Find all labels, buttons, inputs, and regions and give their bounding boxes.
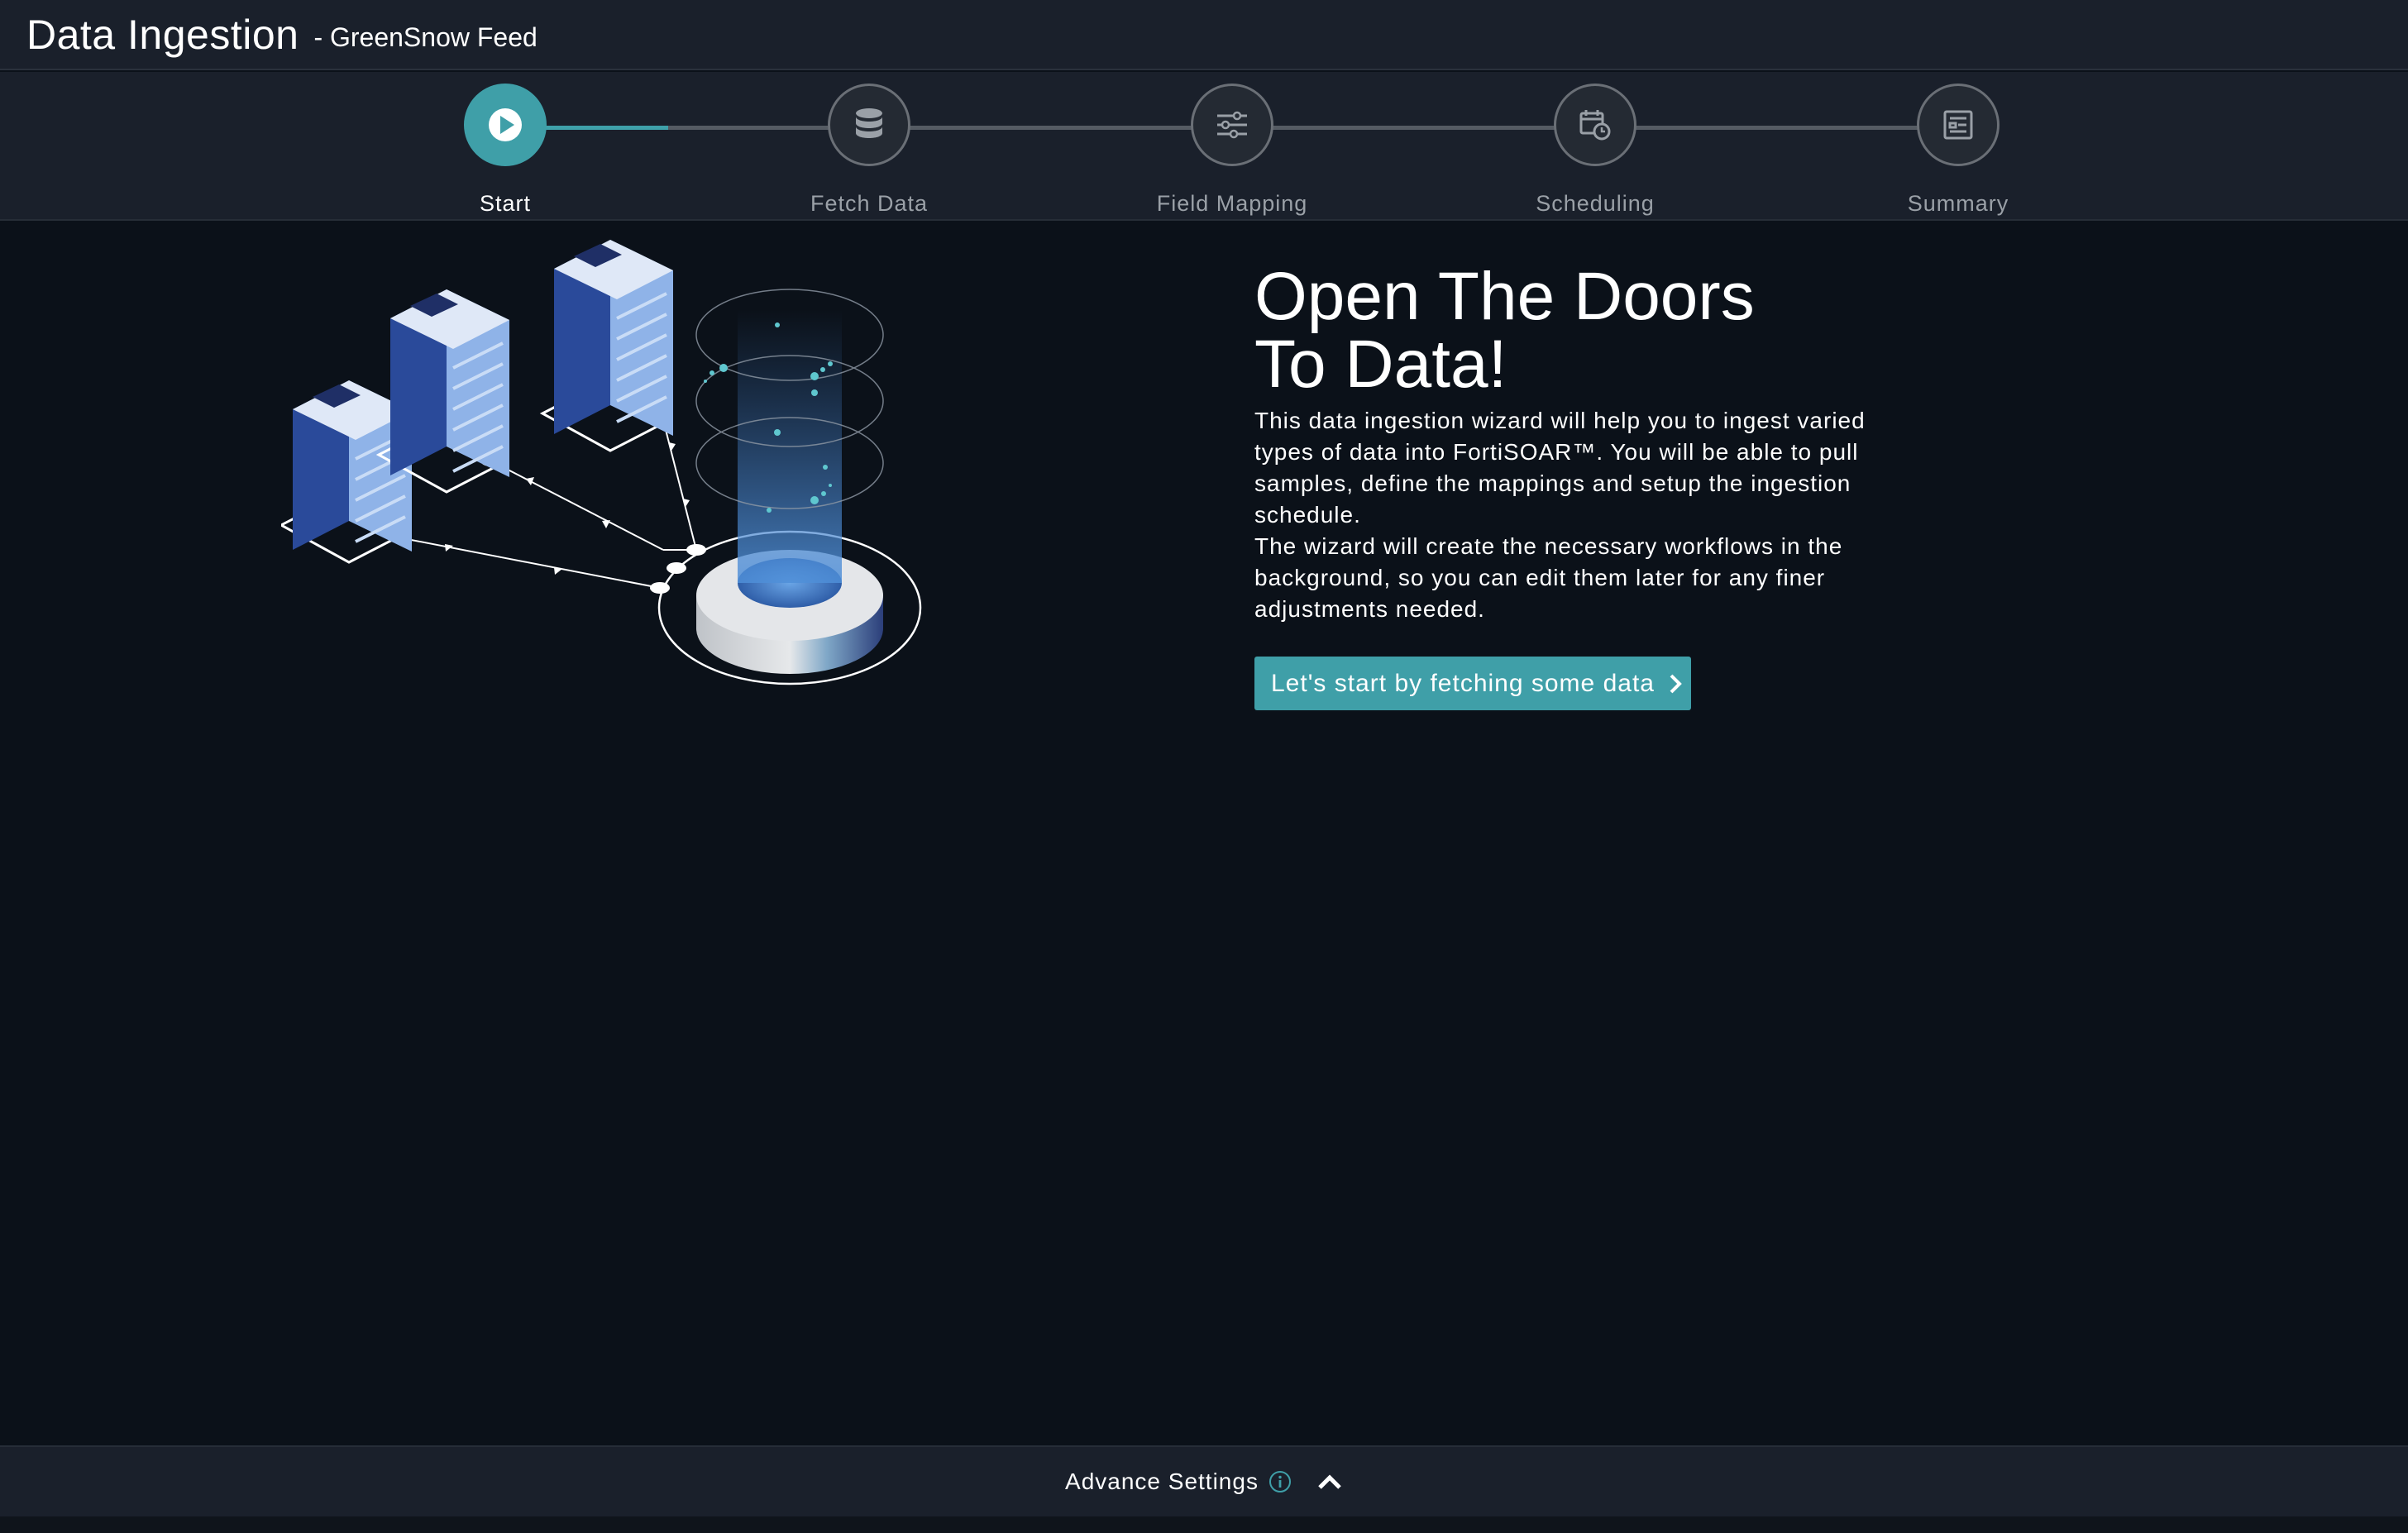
advance-settings-bar[interactable]: Advance Settings [0,1445,2408,1516]
info-icon[interactable] [1268,1470,1292,1493]
sliders-icon [1217,111,1247,139]
database-icon [856,108,882,138]
chevron-up-icon[interactable] [1316,1473,1343,1491]
bottom-strip [0,1516,2408,1533]
start-fetching-label: Let's start by fetching some data [1271,669,1655,697]
step-label: Start [479,191,532,216]
step-label: Field Mapping [1156,191,1308,216]
page-title: Data Ingestion [26,11,299,58]
step-label: Summary [1907,191,2009,216]
step-fetch-data[interactable]: Fetch Data [745,84,993,217]
app-window: Data Ingestion - GreenSnow Feed Start Fe… [0,0,2408,1533]
description-paragraph: The wizard will create the necessary wor… [1254,533,1843,622]
chevron-right-icon [1668,673,1683,695]
servers-to-database-illustration [281,240,922,685]
hero-title: Open The Doors To Data! [1254,259,1755,402]
page-header: Data Ingestion - GreenSnow Feed [0,0,2408,70]
step-field-mapping-circle [1191,84,1273,166]
step-label: Fetch Data [810,191,929,216]
step-label: Scheduling [1536,191,1655,216]
step-summary-circle [1917,84,1999,166]
calendar-clock-icon [1579,110,1611,141]
start-fetching-button[interactable]: Let's start by fetching some data [1254,657,1691,710]
wizard-description: This data ingestion wizard will help you… [1254,405,1908,625]
server-tower-right [539,240,673,452]
step-summary[interactable]: Summary [1834,84,2082,217]
step-field-mapping[interactable]: Field Mapping [1108,84,1356,217]
description-paragraph: This data ingestion wizard will help you… [1254,408,1866,528]
wizard-stepper: Start Fetch Data Field Mapping Schedulin… [0,72,2408,221]
page-subtitle: - GreenSnow Feed [313,22,538,52]
step-fetch-data-circle [828,84,910,166]
document-list-icon [1943,110,1973,140]
step-start-circle [464,84,547,166]
step-start[interactable]: Start [381,84,629,217]
step-scheduling-circle [1554,84,1636,166]
play-icon [489,108,522,141]
advance-settings-label: Advance Settings [1065,1469,1259,1494]
step-scheduling[interactable]: Scheduling [1471,84,1719,217]
